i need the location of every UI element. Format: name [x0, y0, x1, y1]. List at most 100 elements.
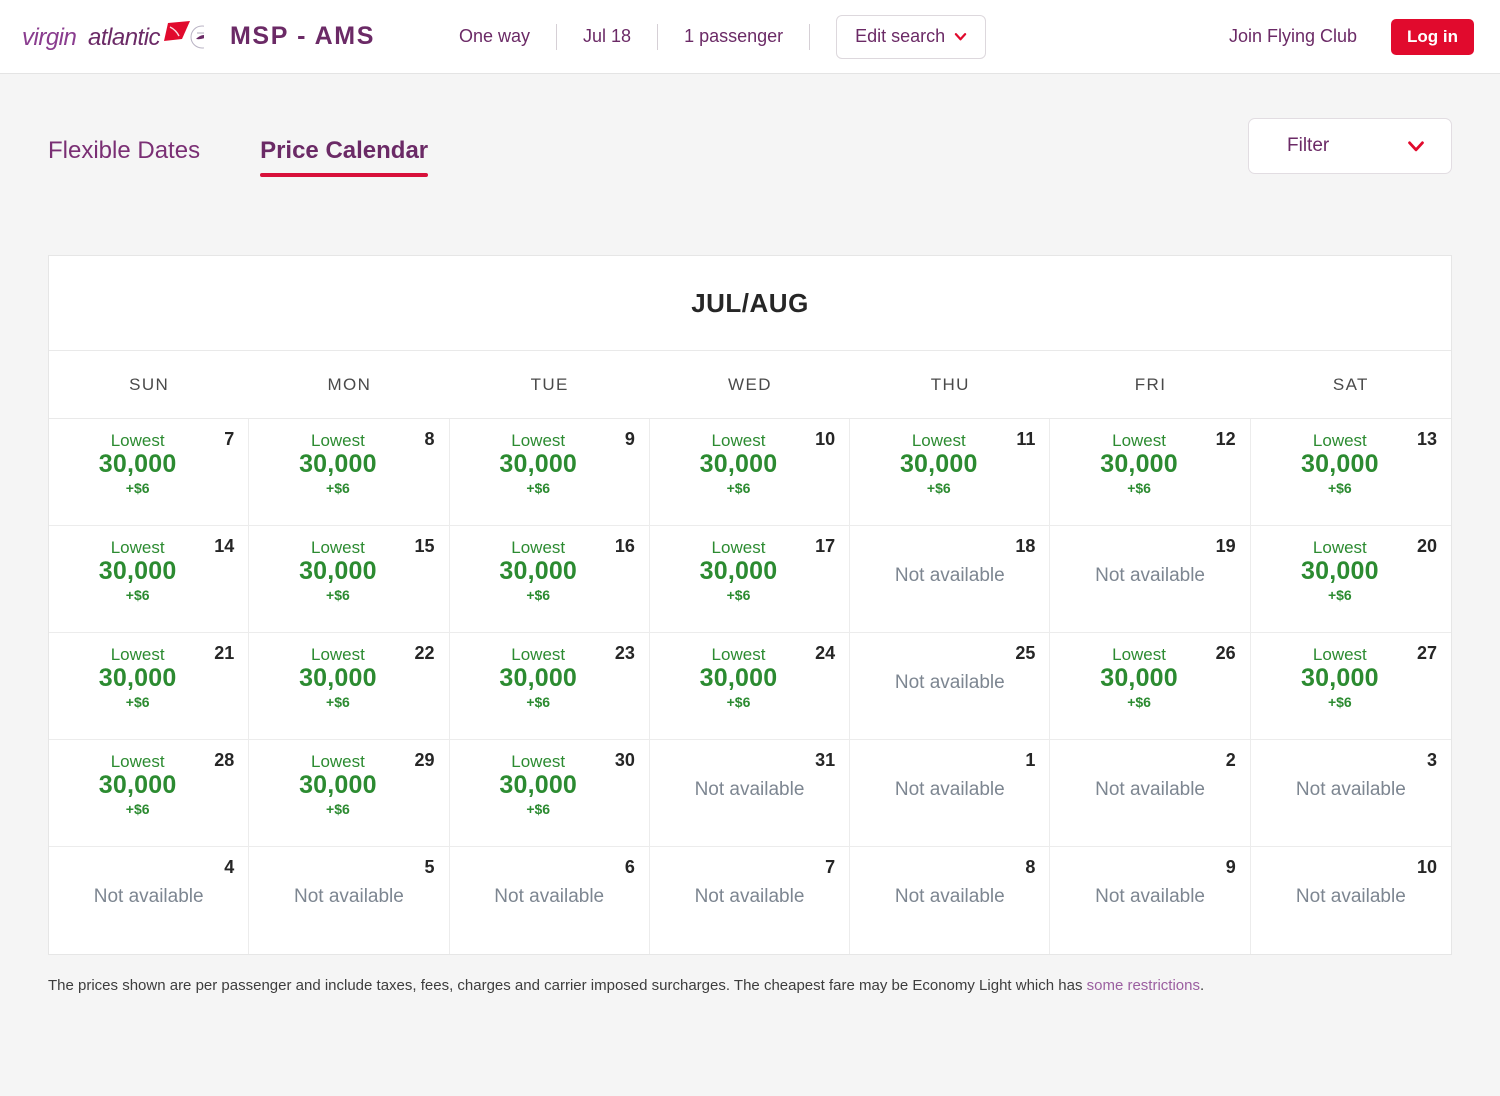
calendar-day-cell-available[interactable]: 29Lowest30,000+$6	[249, 740, 449, 847]
price-tax: +$6	[63, 695, 212, 710]
price-amount: 30,000	[664, 451, 813, 478]
calendar-day-cell-available[interactable]: 22Lowest30,000+$6	[249, 633, 449, 740]
calendar-day-number: 19	[1216, 536, 1236, 558]
calendar-day-number: 8	[1025, 857, 1035, 879]
calendar-day-cell-available[interactable]: 30Lowest30,000+$6	[450, 740, 650, 847]
summary-passengers: 1 passenger	[658, 26, 809, 47]
calendar-day-number: 22	[415, 643, 435, 665]
calendar-day-cell-available[interactable]: 9Lowest30,000+$6	[450, 419, 650, 526]
calendar-day-number: 11	[1016, 429, 1035, 451]
price-lowest-label: Lowest	[1265, 539, 1415, 557]
filter-button[interactable]: Filter	[1248, 118, 1452, 174]
calendar-day-cell-available[interactable]: 21Lowest30,000+$6	[49, 633, 249, 740]
price-amount: 30,000	[864, 451, 1013, 478]
not-available-label: Not available	[1064, 886, 1235, 908]
calendar-day-number: 27	[1417, 643, 1437, 665]
calendar-day-cell-available[interactable]: 24Lowest30,000+$6	[650, 633, 850, 740]
price-lowest-label: Lowest	[63, 646, 212, 664]
calendar-day-cell-unavailable: 7Not available	[650, 847, 850, 954]
calendar-day-cell-available[interactable]: 11Lowest30,000 +$6	[850, 419, 1050, 526]
price-amount: 30,000	[1265, 558, 1415, 585]
price-lowest-label: Lowest	[1265, 432, 1415, 450]
calendar-price-block: Lowest30,000+$6	[1064, 431, 1235, 496]
svg-text:virgin: virgin	[22, 24, 77, 51]
price-tax: +$6	[63, 481, 212, 496]
calendar-day-cell-unavailable: 9 Not available	[1050, 847, 1250, 954]
calendar-day-cell-available[interactable]: 7Lowest30,000+$6	[49, 419, 249, 526]
calendar-day-cell-available[interactable]: 28Lowest30,000+$6	[49, 740, 249, 847]
price-tax: +$6	[263, 481, 412, 496]
calendar-day-cell-available[interactable]: 23Lowest30,000+$6	[450, 633, 650, 740]
calendar-day-cell-unavailable: 10 Not available	[1251, 847, 1451, 954]
calendar-day-number: 3	[1427, 750, 1437, 772]
not-available-label: Not available	[464, 886, 635, 908]
not-available-label: Not available	[864, 779, 1035, 801]
calendar-day-number: 14	[214, 536, 234, 558]
join-flying-club-link[interactable]: Join Flying Club	[1229, 26, 1357, 47]
price-lowest-label: Lowest	[1064, 646, 1213, 664]
calendar-price-block: Lowest30,000+$6	[1265, 431, 1437, 496]
tab-flexible-dates[interactable]: Flexible Dates	[48, 137, 200, 177]
calendar-day-number: 5	[425, 857, 435, 879]
calendar-day-cell-unavailable: 6Not available	[450, 847, 650, 954]
price-tax: +$6	[864, 481, 1013, 496]
filter-label: Filter	[1287, 135, 1329, 157]
price-tax: +$6	[464, 695, 613, 710]
price-amount: 30,000	[1064, 451, 1213, 478]
price-amount: 30,000	[464, 558, 613, 585]
not-available-label: Not available	[864, 565, 1035, 587]
tab-price-calendar[interactable]: Price Calendar	[260, 137, 428, 177]
calendar-price-block: Lowest30,000+$6	[263, 645, 434, 710]
calendar-day-cell-available[interactable]: 20Lowest30,000 +$6	[1251, 526, 1451, 633]
price-lowest-label: Lowest	[464, 753, 613, 771]
price-tax: +$6	[464, 802, 613, 817]
price-tax: +$6	[1265, 588, 1415, 603]
calendar-day-cell-unavailable: 19Not available	[1050, 526, 1250, 633]
price-lowest-label: Lowest	[464, 432, 613, 450]
price-lowest-label: Lowest	[864, 432, 1013, 450]
price-amount: 30,000	[464, 772, 613, 799]
calendar-day-cell-available[interactable]: 27Lowest30,000+$6	[1251, 633, 1451, 740]
price-tax: +$6	[1265, 695, 1415, 710]
calendar-day-cell-available[interactable]: 17Lowest30,000+$6	[650, 526, 850, 633]
not-available-label: Not available	[63, 886, 234, 908]
price-amount: 30,000	[263, 451, 412, 478]
not-available-label: Not available	[864, 886, 1035, 908]
calendar-day-header: SUN	[49, 351, 249, 418]
price-lowest-label: Lowest	[464, 646, 613, 664]
log-in-button[interactable]: Log in	[1391, 19, 1474, 55]
calendar-day-number: 10	[1417, 857, 1437, 879]
calendar-day-header: SAT	[1251, 351, 1451, 418]
calendar-day-cell-available[interactable]: 13Lowest30,000+$6	[1251, 419, 1451, 526]
calendar-day-number: 7	[224, 429, 234, 451]
calendar-day-cell-available[interactable]: 15Lowest30,000+$6	[249, 526, 449, 633]
calendar-price-block: Lowest30,000+$6	[464, 538, 635, 603]
not-available-label: Not available	[864, 672, 1035, 694]
calendar-day-cell-unavailable: 1Not available	[850, 740, 1050, 847]
chevron-down-icon	[954, 30, 967, 43]
edit-search-label: Edit search	[855, 26, 945, 47]
calendar-day-number: 24	[815, 643, 835, 665]
price-amount: 30,000	[63, 772, 212, 799]
price-amount: 30,000	[263, 558, 412, 585]
edit-search-button[interactable]: Edit search	[836, 15, 986, 59]
calendar-day-cell-available[interactable]: 16Lowest30,000+$6	[450, 526, 650, 633]
price-amount: 30,000	[464, 665, 613, 692]
calendar-day-cell-available[interactable]: 14Lowest30,000+$6	[49, 526, 249, 633]
not-available-label: Not available	[664, 779, 835, 801]
calendar-day-number: 20	[1417, 536, 1437, 558]
price-amount: 30,000	[263, 665, 412, 692]
calendar-day-header: FRI	[1050, 351, 1250, 418]
calendar-day-cell-available[interactable]: 10Lowest30,000+$6	[650, 419, 850, 526]
price-tax: +$6	[664, 588, 813, 603]
some-restrictions-link[interactable]: some restrictions	[1087, 977, 1200, 994]
calendar-day-cell-unavailable: 25Not available	[850, 633, 1050, 740]
virgin-atlantic-logo[interactable]: virgin atlantic	[22, 17, 204, 57]
calendar-day-number: 9	[1226, 857, 1236, 879]
not-available-label: Not available	[263, 886, 434, 908]
calendar-day-cell-available[interactable]: 26Lowest30,000+$6	[1050, 633, 1250, 740]
calendar-day-cell-available[interactable]: 12Lowest30,000+$6	[1050, 419, 1250, 526]
calendar-day-number: 17	[815, 536, 835, 558]
not-available-label: Not available	[1265, 886, 1437, 908]
calendar-day-cell-available[interactable]: 8Lowest30,000+$6	[249, 419, 449, 526]
